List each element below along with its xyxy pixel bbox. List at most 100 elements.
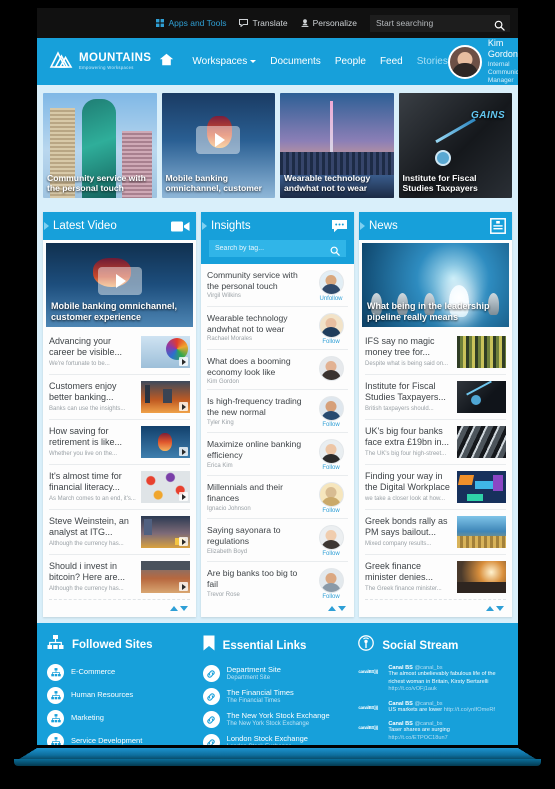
list-item[interactable]: Greek bonds rally as PM says bailout... … — [365, 510, 506, 555]
search-input[interactable] — [376, 18, 494, 28]
essential-link-item[interactable]: London Stock Exchange London Stock Excha… — [202, 734, 353, 745]
brand-logo[interactable]: MOUNTAINS Empowering Workspaces — [49, 50, 174, 74]
list-item[interactable]: Greek finance minister denies... The Gre… — [365, 555, 506, 600]
list-item[interactable]: Maximize online banking efficiency Erica… — [207, 433, 348, 477]
hero-card[interactable]: GAINS Institute for Fiscal Studies Taxpa… — [398, 93, 512, 198]
thumbnail[interactable] — [457, 381, 506, 413]
apps-and-tools-button[interactable]: Apps and Tools — [156, 18, 226, 28]
thumbnail[interactable] — [457, 561, 506, 593]
thumbnail[interactable] — [457, 471, 506, 503]
insights-body: Community service with the personal touc… — [201, 264, 354, 617]
personalize-button[interactable]: Personalize — [301, 18, 357, 28]
list-item[interactable]: IFS say no magic money tree for... Despi… — [365, 330, 506, 375]
nav-item-stories[interactable]: Stories — [417, 56, 448, 67]
chevron-down-icon[interactable] — [496, 606, 504, 611]
featured-video[interactable]: Mobile banking omnichannel, customer exp… — [46, 243, 193, 327]
avatar[interactable] — [318, 396, 344, 422]
chevron-down-icon[interactable] — [338, 606, 346, 611]
follow-toggle[interactable]: Follow — [322, 339, 339, 345]
user-menu[interactable]: Kim Gordon Internal Communications Manag… — [447, 38, 518, 85]
nav-item-people[interactable]: People — [335, 56, 366, 67]
thumbnail[interactable] — [141, 381, 190, 413]
followed-site-item[interactable]: Human Resources — [47, 687, 197, 704]
list-item[interactable]: UK's big four banks face extra £19bn in.… — [365, 420, 506, 465]
translate-button[interactable]: Translate — [239, 18, 288, 28]
play-icon[interactable] — [179, 357, 188, 366]
follow-toggle[interactable]: Follow — [322, 508, 339, 514]
follow-toggle[interactable]: Follow — [322, 422, 339, 428]
avatar[interactable] — [318, 568, 344, 594]
list-item[interactable]: Advancing your career be visible... We'r… — [49, 330, 190, 375]
thumbnail[interactable] — [141, 336, 190, 368]
thumbnail[interactable] — [141, 471, 190, 503]
follow-toggle[interactable]: Unfollow — [319, 296, 342, 302]
thumbnail[interactable] — [457, 426, 506, 458]
follow-toggle[interactable]: Follow — [322, 465, 339, 471]
followed-site-item[interactable]: Marketing — [47, 710, 197, 727]
list-item[interactable]: Millennials and their finances Ignacio J… — [207, 476, 348, 520]
avatar[interactable] — [318, 525, 344, 551]
play-icon[interactable] — [179, 582, 188, 591]
followed-site-item[interactable]: Service Development — [47, 733, 197, 745]
tweet-item[interactable]: canalBS))) Canal BS @canal_bs US markets… — [358, 701, 508, 715]
list-item[interactable]: It's almost time for financial literacy.… — [49, 465, 190, 510]
avatar[interactable] — [318, 439, 344, 465]
play-icon[interactable] — [179, 402, 188, 411]
avatar[interactable] — [318, 313, 344, 338]
list-item[interactable]: Steve Weinstein, an analyst at ITG... Al… — [49, 510, 190, 555]
nav-item-workspaces[interactable]: Workspaces — [192, 56, 257, 67]
tweet-link[interactable]: http://t.co/ynIfOmeRf — [444, 707, 495, 713]
play-icon[interactable] — [196, 126, 241, 155]
essential-link-item[interactable]: The Financial Times The Financial Times — [202, 688, 353, 705]
followed-site-item[interactable]: E-Commerce — [47, 664, 197, 681]
chevron-up-icon[interactable] — [328, 606, 336, 611]
hero-card[interactable]: Mobile banking omnichannel, customer — [161, 93, 275, 198]
news-header: News — [359, 212, 512, 240]
chevron-up-icon[interactable] — [170, 606, 178, 611]
tweet-link[interactable]: http://t.co/ETPOC18un7 — [388, 735, 447, 741]
essential-link-item[interactable]: The New York Stock Exchange The New York… — [202, 711, 353, 728]
list-item[interactable]: Are big banks too big to fail Trevor Ros… — [207, 562, 348, 600]
avatar[interactable] — [318, 356, 344, 381]
home-icon[interactable] — [159, 53, 174, 71]
list-item[interactable]: Customers enjoy better banking... Banks … — [49, 375, 190, 420]
hero-card[interactable]: Wearable technology andwhat not to wear — [280, 93, 394, 198]
play-icon[interactable] — [97, 266, 142, 295]
hero-card[interactable]: Community service with the personal touc… — [43, 93, 157, 198]
avatar[interactable] — [318, 270, 344, 295]
avatar[interactable] — [318, 482, 344, 508]
search-icon[interactable] — [494, 18, 505, 31]
tag-search[interactable] — [209, 240, 346, 257]
list-item[interactable]: Wearable technology andwhat not to wear … — [207, 307, 348, 350]
thumbnail[interactable] — [457, 336, 506, 368]
list-item[interactable]: Institute for Fiscal Studies Taxpayers..… — [365, 375, 506, 420]
nav-item-documents[interactable]: Documents — [270, 56, 321, 67]
follow-toggle[interactable]: Follow — [322, 551, 339, 557]
essential-link-item[interactable]: Department Site Department Site — [202, 665, 353, 682]
nav-item-feed[interactable]: Feed — [380, 56, 403, 67]
search-icon[interactable] — [330, 243, 340, 261]
tweet-link[interactable]: http://t.co/vOFj1auk — [388, 686, 508, 694]
thumbnail[interactable] — [141, 561, 190, 593]
play-icon[interactable] — [179, 492, 188, 501]
list-item[interactable]: What does a booming economy look like Ki… — [207, 350, 348, 391]
tweet-item[interactable]: canalBS))) Canal BS @canal_bs The almost… — [358, 665, 508, 694]
list-item[interactable]: Should i invest in bitcoin? Here are... … — [49, 555, 190, 600]
play-icon[interactable] — [179, 537, 188, 546]
tag-search-input[interactable] — [215, 245, 340, 252]
tweet-item[interactable]: canalBS))) Canal BS @canal_bs Taser shar… — [358, 721, 508, 742]
thumbnail[interactable] — [141, 426, 190, 458]
global-search[interactable] — [370, 14, 510, 32]
chevron-up-icon[interactable] — [486, 606, 494, 611]
list-item[interactable]: Is high-frequency trading the new normal… — [207, 390, 348, 434]
chevron-down-icon[interactable] — [180, 606, 188, 611]
thumbnail[interactable] — [457, 516, 506, 548]
list-item[interactable]: Community service with the personal touc… — [207, 264, 348, 307]
featured-news[interactable]: What being in the leadership pipeline re… — [362, 243, 509, 327]
play-icon[interactable] — [179, 447, 188, 456]
list-item[interactable]: Saying sayonara to regulations Elizabeth… — [207, 519, 348, 563]
thumbnail[interactable] — [141, 516, 190, 548]
avatar[interactable] — [447, 44, 482, 79]
list-item[interactable]: Finding your way in the Digital Workplac… — [365, 465, 506, 510]
list-item[interactable]: How saving for retirement is like... Whe… — [49, 420, 190, 465]
